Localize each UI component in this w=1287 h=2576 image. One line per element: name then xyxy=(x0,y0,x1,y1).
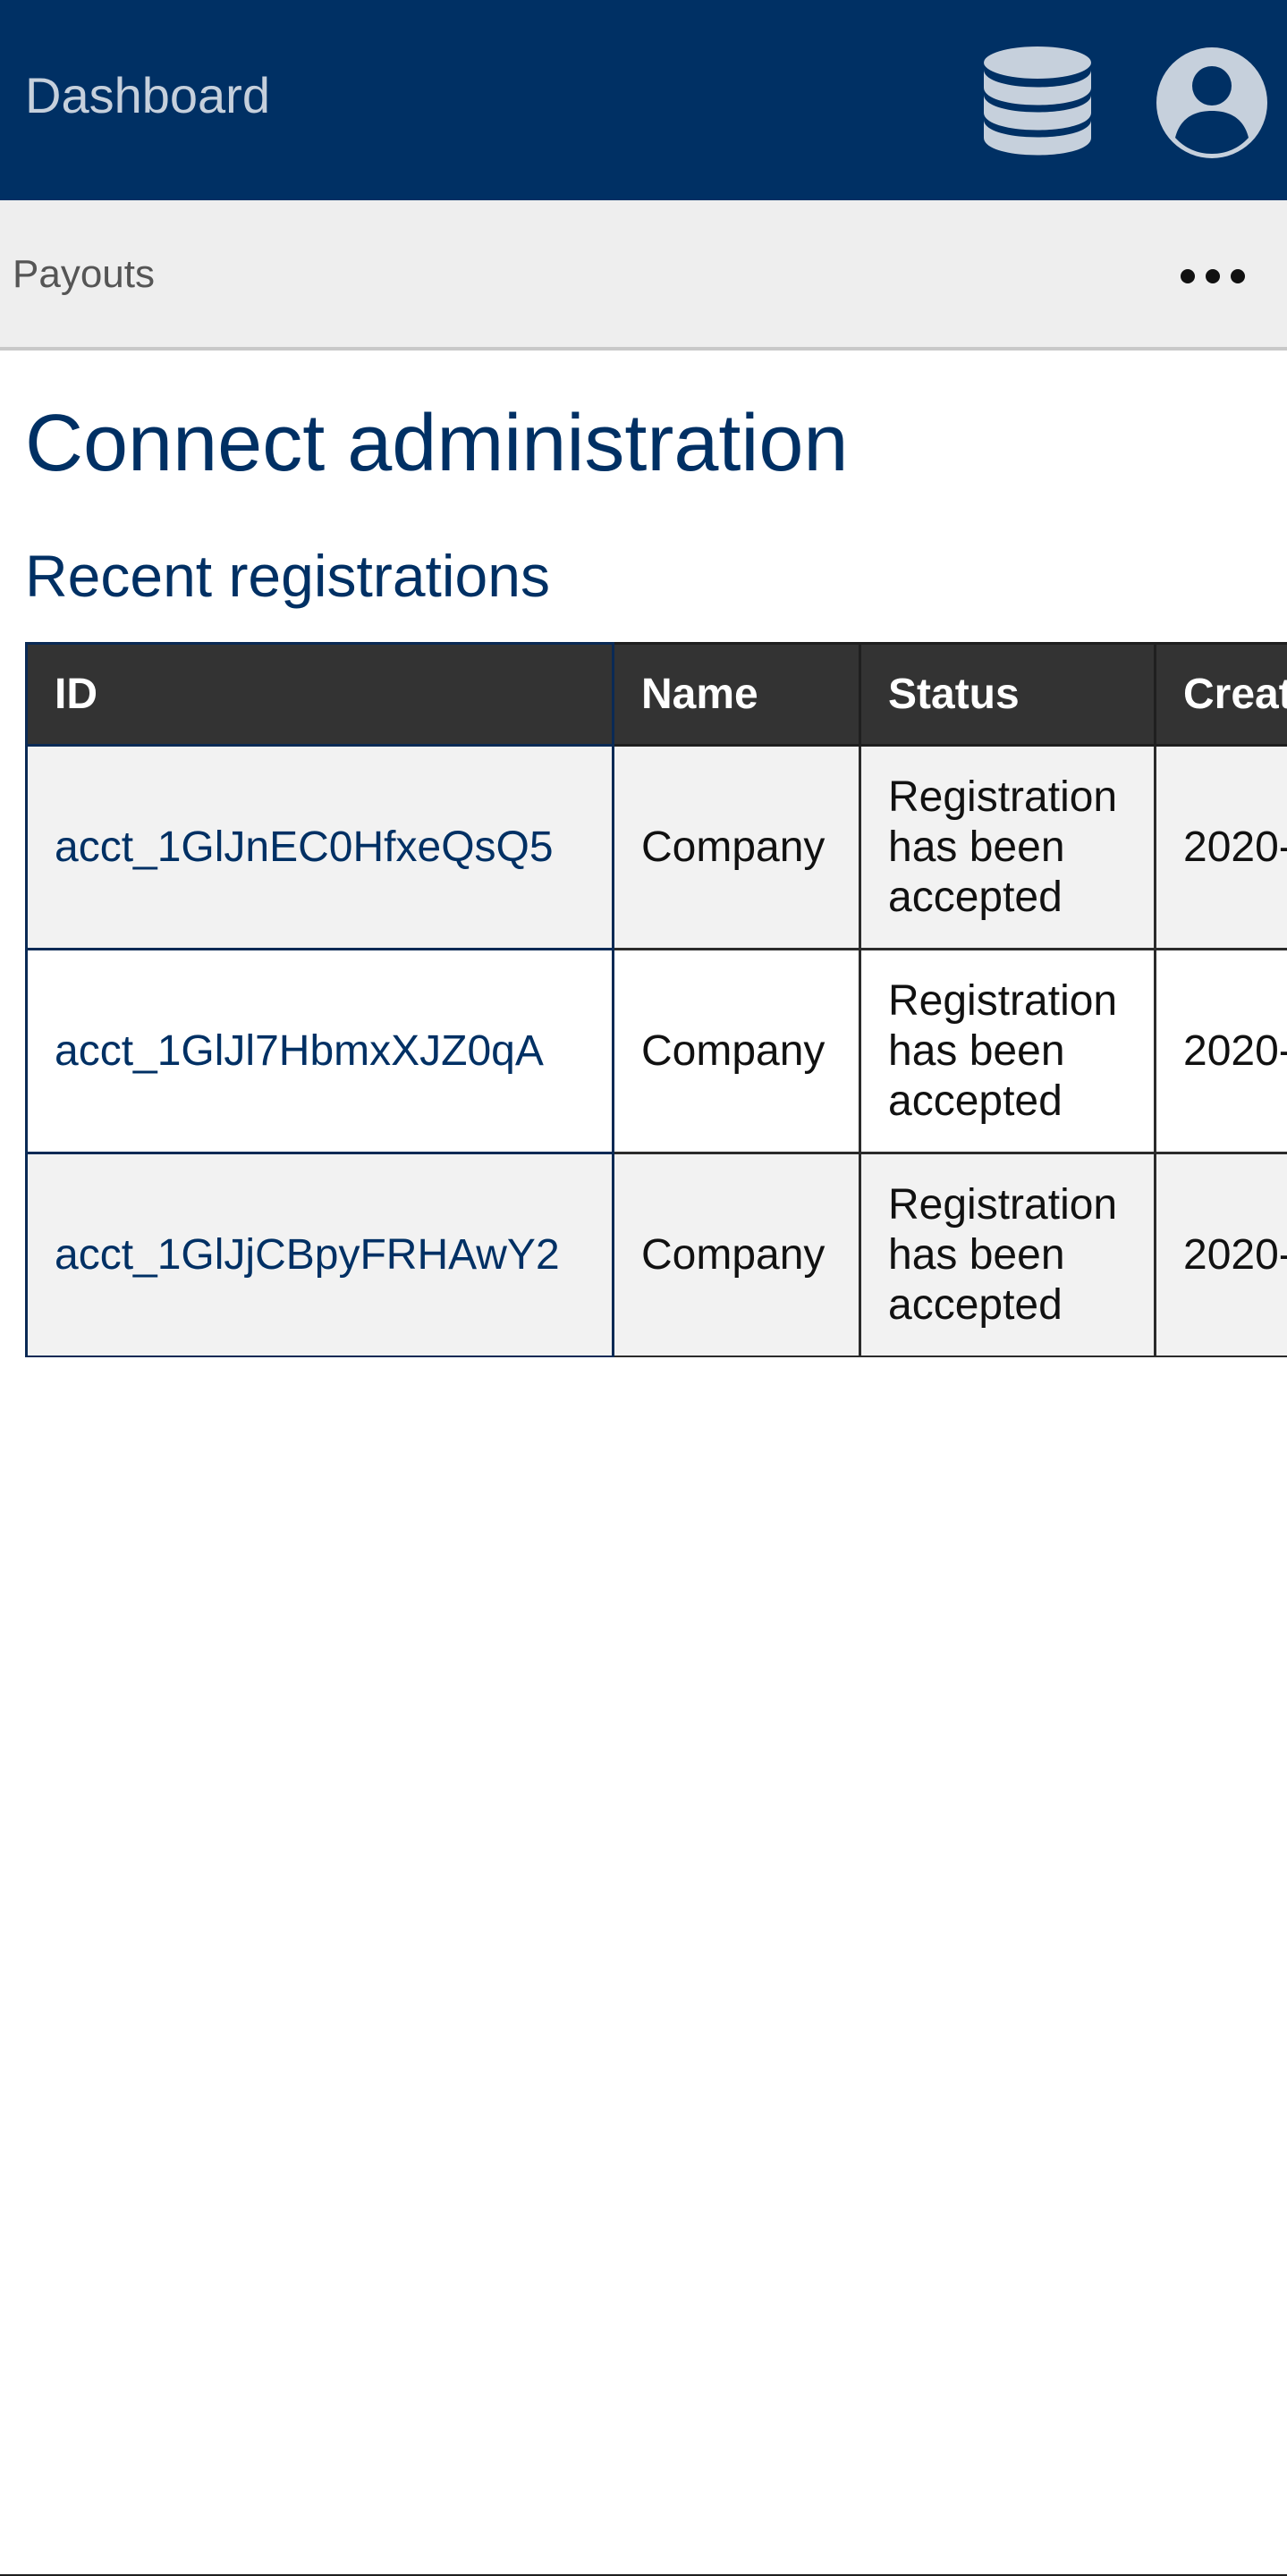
more-menu-button[interactable] xyxy=(1177,245,1249,308)
account-id-link[interactable]: acct_1GlJnEC0HfxeQsQ5 xyxy=(55,823,554,871)
table-row: acct_1GlJjCBpyFRHAwY2 Company Registrati… xyxy=(25,1152,1287,1357)
account-id-link[interactable]: acct_1GlJl7HbmxXJZ0qA xyxy=(55,1027,544,1075)
status-cell: Registration has been accepted xyxy=(859,948,1156,1154)
column-header-name: Name xyxy=(612,642,861,747)
name-cell: Company xyxy=(612,1152,861,1357)
page-title: Connect administration xyxy=(25,399,849,488)
id-cell: acct_1GlJnEC0HfxeQsQ5 xyxy=(25,744,614,950)
more-horizontal-icon xyxy=(1181,269,1245,283)
user-circle-icon xyxy=(1156,47,1267,158)
column-header-created: Creat xyxy=(1154,642,1287,747)
secondary-nav: Payouts xyxy=(0,200,1287,351)
section-title: Recent registrations xyxy=(25,543,550,609)
page: Dashboard Payouts Connect administration… xyxy=(0,0,1287,2576)
table-row: acct_1GlJl7HbmxXJZ0qA Company Registrati… xyxy=(25,948,1287,1154)
id-cell: acct_1GlJl7HbmxXJZ0qA xyxy=(25,948,614,1154)
database-icon xyxy=(984,46,1091,156)
account-id-link[interactable]: acct_1GlJjCBpyFRHAwY2 xyxy=(55,1231,560,1279)
registrations-table-container[interactable]: ID Name Status Creat acct_1GlJnEC0HfxeQs… xyxy=(25,642,1287,1357)
created-cell: 2020-05-21 xyxy=(1154,744,1287,950)
column-header-id: ID xyxy=(25,642,614,747)
status-cell: Registration has been accepted xyxy=(859,744,1156,950)
table-header-row: ID Name Status Creat xyxy=(25,642,1287,747)
user-account-button[interactable] xyxy=(1154,45,1270,161)
status-cell: Registration has been accepted xyxy=(859,1152,1156,1357)
nav-item-payouts[interactable]: Payouts xyxy=(13,250,155,299)
top-header: Dashboard xyxy=(0,0,1287,200)
id-cell: acct_1GlJjCBpyFRHAwY2 xyxy=(25,1152,614,1357)
dashboard-brand-link[interactable]: Dashboard xyxy=(25,64,270,127)
database-button[interactable] xyxy=(984,45,1091,156)
table-row: acct_1GlJnEC0HfxeQsQ5 Company Registrati… xyxy=(25,744,1287,950)
registrations-table: ID Name Status Creat acct_1GlJnEC0HfxeQs… xyxy=(25,642,1287,1357)
name-cell: Company xyxy=(612,744,861,950)
created-cell: 2020-05-21 xyxy=(1154,948,1287,1154)
created-cell: 2020-05-21 xyxy=(1154,1152,1287,1357)
name-cell: Company xyxy=(612,948,861,1154)
column-header-status: Status xyxy=(859,642,1156,747)
